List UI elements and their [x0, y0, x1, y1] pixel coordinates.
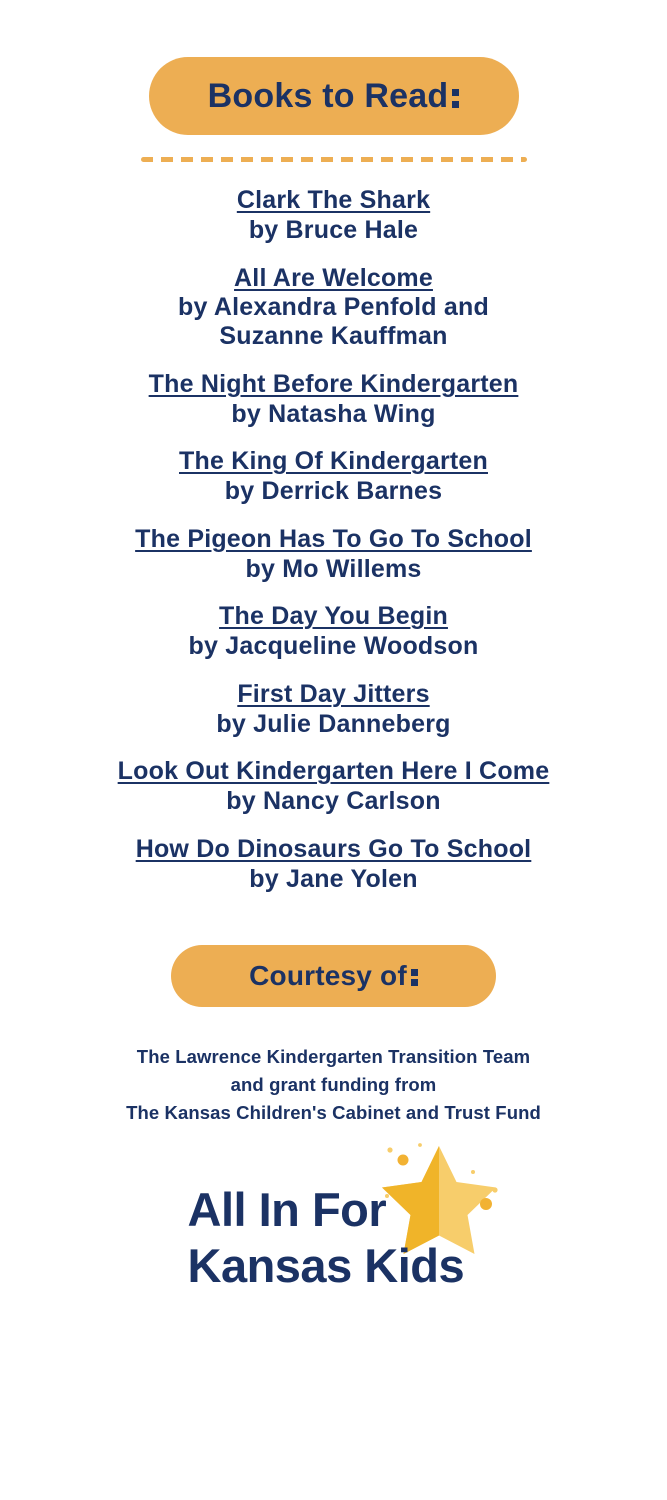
- list-item: The Pigeon Has To Go To School by Mo Wil…: [0, 525, 667, 584]
- list-item: Clark The Shark by Bruce Hale: [0, 186, 667, 245]
- book-title: Clark The Shark: [236, 186, 431, 214]
- list-item: How Do Dinosaurs Go To School by Jane Yo…: [0, 835, 667, 894]
- book-author: by Derrick Barnes: [224, 477, 443, 505]
- colon-glyph: [410, 962, 418, 990]
- list-item: The Day You Begin by Jacqueline Woodson: [0, 602, 667, 661]
- book-title: First Day Jitters: [237, 679, 430, 708]
- book-author: by Natasha Wing: [231, 399, 436, 428]
- list-item: All Are Welcome by Alexandra Penfold and…: [0, 264, 667, 351]
- dashed-divider: [140, 157, 527, 162]
- credits-block: The Lawrence Kindergarten Transition Tea…: [126, 1043, 541, 1127]
- credit-line: The Lawrence Kindergarten Transition Tea…: [136, 1046, 531, 1068]
- book-title: How Do Dinosaurs Go To School: [135, 834, 532, 863]
- books-to-read-banner: Books to Read: [148, 57, 519, 135]
- book-title: The Day You Begin: [219, 602, 448, 631]
- book-title: All Are Welcome: [234, 263, 433, 292]
- book-title: The Night Before Kindergarten: [148, 369, 519, 398]
- book-title: The King Of Kindergarten: [179, 447, 488, 476]
- book-author: by Mo Willems: [245, 554, 422, 583]
- list-item: The Night Before Kindergarten by Natasha…: [0, 370, 667, 429]
- flyer-page: Books to Read Clark The Shark by Bruce H…: [0, 0, 667, 1500]
- book-title: The Pigeon Has To Go To School: [135, 524, 532, 553]
- book-author: by Alexandra Penfold and Suzanne Kauffma…: [178, 293, 489, 350]
- book-title: Look Out Kindergarten Here I Come: [117, 757, 550, 786]
- book-author: by Jacqueline Woodson: [188, 632, 479, 660]
- logo-line-2: Kansas Kids: [187, 1238, 465, 1292]
- book-author: by Bruce Hale: [248, 215, 419, 244]
- courtesy-of-banner: Courtesy of: [171, 945, 496, 1008]
- credit-line: The Kansas Children's Cabinet and Trust …: [126, 1102, 541, 1124]
- book-author: by Julie Danneberg: [216, 709, 451, 738]
- courtesy-of-label: Courtesy of: [249, 960, 407, 992]
- list-item: First Day Jitters by Julie Danneberg: [0, 680, 667, 739]
- list-item: The King Of Kindergarten by Derrick Barn…: [0, 447, 667, 506]
- book-author: by Nancy Carlson: [226, 787, 441, 815]
- logo-line-1: All In For: [187, 1182, 387, 1236]
- credit-line: and grant funding from: [230, 1074, 437, 1096]
- list-item: Look Out Kindergarten Here I Come by Nan…: [0, 757, 667, 816]
- all-in-for-kansas-kids-logo: All In For Kansas Kids: [154, 1142, 514, 1292]
- colon-glyph: [452, 79, 460, 113]
- book-list: Clark The Shark by Bruce Hale All Are We…: [0, 186, 667, 893]
- books-to-read-label: Books to Read: [207, 76, 449, 115]
- book-author: by Jane Yolen: [249, 864, 418, 893]
